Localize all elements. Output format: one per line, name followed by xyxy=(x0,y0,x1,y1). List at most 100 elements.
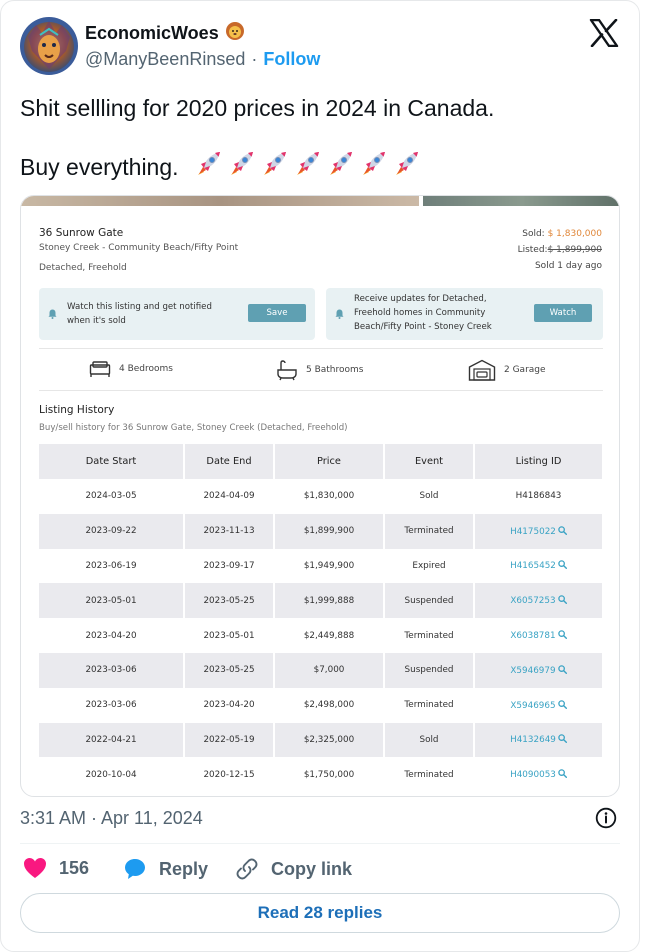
cell-price: $7,000 xyxy=(274,652,385,688)
cell-price: $2,325,000 xyxy=(274,722,385,758)
listing-history-table: Date Start Date End Price Event Listing ID 2… xyxy=(39,444,604,793)
listed-price: $ 1,899,900 xyxy=(547,245,602,255)
author-handle[interactable]: @ManyBeenRinsed xyxy=(85,49,245,70)
magnifier-icon[interactable] xyxy=(557,630,567,640)
updates-notice-line3: Beach/Fifty Point - Stoney Creek xyxy=(354,322,492,332)
cell-listing-id[interactable]: X6057253 xyxy=(474,583,604,619)
cell-listing-id[interactable]: H4090053 xyxy=(474,757,604,793)
save-button[interactable]: Save xyxy=(248,304,306,322)
listing-history-subtitle: Buy/sell history for 36 Sunrow Gate, Sto… xyxy=(39,423,348,433)
cell-event: Terminated xyxy=(384,757,475,793)
author-name[interactable]: EconomicWoes xyxy=(85,23,219,44)
cell-listing-id[interactable]: H4132649 xyxy=(474,722,604,758)
rocket-emoji-icon xyxy=(231,152,253,175)
listing-address: 36 Sunrow Gate xyxy=(39,227,124,239)
listing-id-link[interactable]: H4165452 xyxy=(510,561,556,571)
table-row: 2023-03-06 2023-05-25 $7,000 Suspended X5946… xyxy=(39,652,604,688)
listing-history-title: Listing History xyxy=(39,404,115,416)
listing-community: Stoney Creek - Community Beach/Fifty Poi… xyxy=(39,243,239,253)
magnifier-icon[interactable] xyxy=(558,560,567,570)
cell-listing-id[interactable]: H4175022 xyxy=(474,513,604,549)
divider xyxy=(39,390,603,391)
magnifier-icon[interactable] xyxy=(558,769,567,779)
copy-link-button[interactable]: Copy link xyxy=(235,857,352,881)
photo-strip-left xyxy=(21,196,419,206)
table-row: 2023-04-20 2023-05-01 $2,449,888 Terminated… xyxy=(39,618,604,653)
column-header[interactable]: Listing ID xyxy=(474,444,604,479)
magnifier-icon[interactable] xyxy=(557,699,567,709)
table-row: 2024-03-05 2024-04-09 $1,830,000 Sold H41868… xyxy=(39,479,604,514)
column-header[interactable]: Date End xyxy=(184,444,275,479)
cell-end: 2023-04-20 xyxy=(184,687,275,723)
magnifier-icon[interactable] xyxy=(558,525,567,535)
cell-event: Sold xyxy=(384,722,475,758)
like-button[interactable]: 156 xyxy=(23,857,89,879)
cell-listing-id[interactable]: X6038781 xyxy=(474,618,604,653)
cell-start: 2024-03-05 xyxy=(39,479,185,514)
cell-end: 2024-04-09 xyxy=(184,479,275,514)
cell-price: $1,999,888 xyxy=(274,583,385,619)
rocket-emoji-icon xyxy=(198,152,220,175)
table-header-row: Date Start Date End Price Event Listing ID xyxy=(39,444,604,479)
cell-start: 2020-10-04 xyxy=(39,757,185,793)
cell-event: Terminated xyxy=(384,618,475,653)
sold-ago: Sold 1 day ago xyxy=(534,261,602,271)
cell-event: Sold xyxy=(384,479,475,514)
listing-id-link[interactable]: H4132649 xyxy=(510,735,556,745)
divider xyxy=(39,348,603,349)
cell-listing-id[interactable]: X5946979 xyxy=(474,652,604,688)
listing-id-link[interactable]: X5946965 xyxy=(510,701,555,711)
table-row: 2023-09-22 2023-11-13 $1,899,900 Terminated… xyxy=(39,513,604,549)
magnifier-icon[interactable] xyxy=(557,665,567,674)
column-header[interactable]: Date Start xyxy=(39,444,185,479)
reply-button[interactable]: Reply xyxy=(123,857,208,881)
table-row: 2023-06-19 2023-09-17 $1,949,900 Expired H41… xyxy=(39,548,604,584)
cell-end: 2022-05-19 xyxy=(184,722,275,758)
cell-end: 2023-05-01 xyxy=(184,618,275,653)
cell-start: 2023-06-19 xyxy=(39,548,185,584)
like-count: 156 xyxy=(59,857,90,878)
cell-event: Suspended xyxy=(384,652,475,688)
garage-label: 2 Garage xyxy=(504,365,546,375)
magnifier-icon[interactable] xyxy=(557,595,567,605)
watch-notice-line1: Watch this listing and get notified xyxy=(67,302,212,312)
sold-label: Sold: xyxy=(522,229,545,239)
info-icon[interactable] xyxy=(595,807,617,829)
cell-end: 2023-11-13 xyxy=(184,513,275,549)
cell-listing-id[interactable]: H4165452 xyxy=(474,548,604,584)
cell-listing-id: H4186843 xyxy=(474,479,604,514)
watch-button[interactable]: Watch xyxy=(534,304,592,322)
cell-listing-id[interactable]: X5946965 xyxy=(474,687,604,723)
table-row: 2020-10-04 2020-12-15 $1,750,000 Terminated… xyxy=(39,757,604,793)
updates-notice-line2: Freehold homes in Community xyxy=(354,308,486,318)
bell-icon xyxy=(48,309,57,319)
magnifier-icon[interactable] xyxy=(558,734,567,744)
cell-start: 2023-05-01 xyxy=(39,583,185,619)
tweet-card: EconomicWoes @ManyBeenRinsed · Follow Sh… xyxy=(0,0,640,952)
cell-end: 2020-12-15 xyxy=(184,757,275,793)
cell-start: 2023-03-06 xyxy=(39,687,185,723)
listing-id-link[interactable]: X5946979 xyxy=(510,666,555,676)
listing-id-link[interactable]: H4175022 xyxy=(510,527,556,537)
feature-bathrooms: 5 Bathrooms xyxy=(276,359,363,381)
column-header[interactable]: Event xyxy=(384,444,475,479)
cell-end: 2023-05-25 xyxy=(184,583,275,619)
column-header[interactable]: Price xyxy=(274,444,385,479)
link-icon xyxy=(236,858,258,880)
bedrooms-label: 4 Bedrooms xyxy=(119,364,173,374)
copy-link-label: Copy link xyxy=(271,858,353,879)
listing-screenshot[interactable]: 36 Sunrow Gate Stoney Creek - Community … xyxy=(20,195,620,797)
cell-start: 2023-03-06 xyxy=(39,652,185,688)
cell-end: 2023-09-17 xyxy=(184,548,275,584)
author-avatar[interactable] xyxy=(20,17,78,75)
listing-id-link[interactable]: H4090053 xyxy=(510,770,556,780)
tweet-timestamp[interactable]: 3:31 AM · Apr 11, 2024 xyxy=(20,808,203,829)
listing-id-link[interactable]: X6038781 xyxy=(510,631,555,641)
tweet-text-line1: Shit sellling for 2020 prices in 2024 in… xyxy=(20,95,495,121)
read-replies-button[interactable]: Read 28 replies xyxy=(20,893,620,933)
bathrooms-label: 5 Bathrooms xyxy=(306,365,364,375)
table-row: 2022-04-21 2022-05-19 $2,325,000 Sold H41326… xyxy=(39,722,604,758)
x-logo-icon[interactable] xyxy=(589,18,619,48)
follow-button[interactable]: Follow xyxy=(263,49,320,70)
listing-id-link[interactable]: X6057253 xyxy=(510,596,555,606)
